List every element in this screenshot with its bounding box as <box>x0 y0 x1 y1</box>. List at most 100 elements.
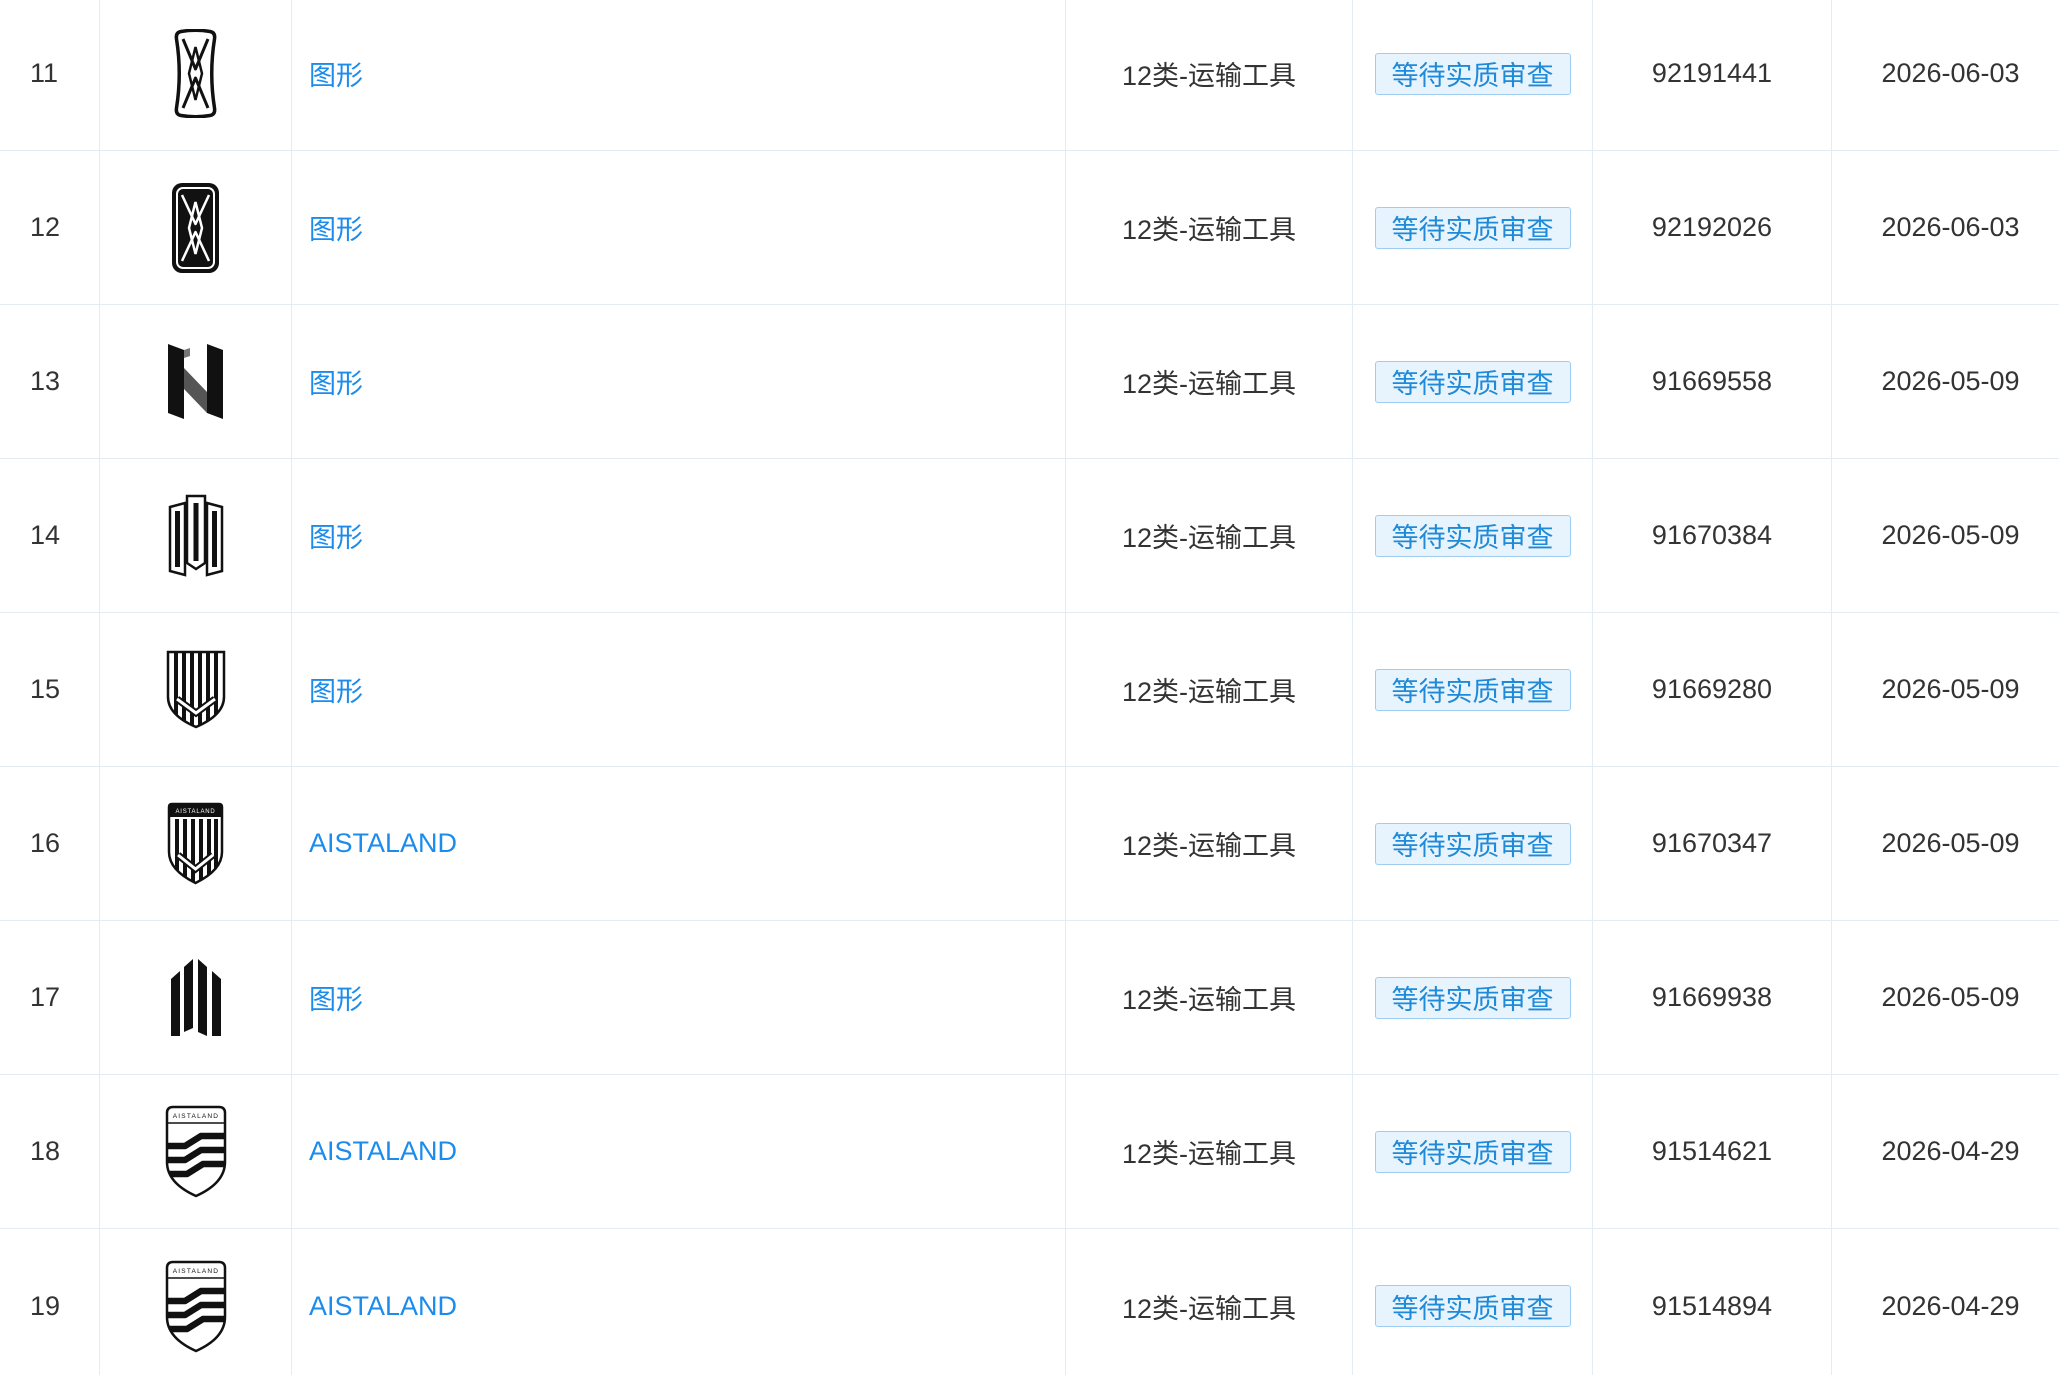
registration-number-cell: 91514894 <box>1593 1229 1832 1375</box>
status-badge: 等待实质审查 <box>1374 360 1571 403</box>
registration-number: 91669938 <box>1651 982 1773 1012</box>
trademark-thumbnail[interactable] <box>173 29 218 118</box>
registration-number: 92191441 <box>1651 58 1773 88</box>
row-index: 19 <box>30 1290 61 1321</box>
trademark-thumbnail-cell <box>100 305 292 458</box>
row-date-cell: 2026-05-09 <box>1832 613 2059 766</box>
trademark-thumbnail[interactable] <box>171 182 220 274</box>
registration-number: 91670384 <box>1651 520 1773 550</box>
trademark-name-cell: 图形 <box>292 613 1066 766</box>
row-date: 2026-05-09 <box>1881 366 2020 396</box>
staggered-bars-icon <box>170 959 221 1036</box>
trademark-thumbnail[interactable] <box>169 957 223 1038</box>
row-index: 15 <box>30 674 61 704</box>
status-badge: 等待实质审查 <box>1374 1285 1571 1327</box>
row-date: 2026-04-29 <box>1881 1136 2020 1166</box>
trademark-thumbnail[interactable] <box>165 649 227 730</box>
row-date: 2026-06-03 <box>1881 212 2020 242</box>
registration-number-cell: 91669558 <box>1593 305 1832 458</box>
trademark-name-cell: 图形 <box>292 305 1066 458</box>
trademark-name-link[interactable]: 图形 <box>309 670 363 709</box>
trademark-name-link[interactable]: AISTALAND <box>309 1136 457 1167</box>
trademark-category: 12类-运输工具 <box>1121 985 1297 1015</box>
logo-lettering: AISTALAND <box>175 809 215 815</box>
row-index-cell: 11 <box>0 0 100 150</box>
row-index: 12 <box>30 212 61 242</box>
table-row: 15 图形 12类-运输工具 等待实质审查 91669280 2026-05-0… <box>0 613 2059 767</box>
registration-number: 91514894 <box>1651 1290 1773 1321</box>
trademark-category: 12类-运输工具 <box>1121 1139 1297 1169</box>
trademark-category-cell: 12类-运输工具 <box>1066 459 1353 612</box>
trademark-name-link[interactable]: 图形 <box>309 208 363 247</box>
row-date: 2026-04-29 <box>1881 1290 2020 1321</box>
table-row: 12 图形 12类-运输工具 等待实质审查 92192026 2026-06-0… <box>0 151 2059 305</box>
row-index: 13 <box>30 366 61 396</box>
trademark-category-cell: 12类-运输工具 <box>1066 305 1353 458</box>
trademark-name-cell: AISTALAND <box>292 767 1066 920</box>
trademark-category: 12类-运输工具 <box>1121 677 1297 707</box>
trademark-name-link[interactable]: AISTALAND <box>309 1291 457 1322</box>
row-date-cell: 2026-05-09 <box>1832 459 2059 612</box>
trademark-category: 12类-运输工具 <box>1121 1293 1297 1324</box>
table-row: 17 图形 12类-运输工具 等待实质审查 91669938 2026-05-0… <box>0 921 2059 1075</box>
trademark-thumbnail[interactable]: AISTALAND <box>163 1259 229 1354</box>
status-cell: 等待实质审查 <box>1353 459 1593 612</box>
trademark-category-cell: 12类-运输工具 <box>1066 1075 1353 1228</box>
trademark-name-link[interactable]: 图形 <box>309 362 363 401</box>
trademark-category: 12类-运输工具 <box>1121 369 1297 399</box>
trademark-thumbnail-cell <box>100 459 292 612</box>
table-row: 18 AISTALAND AISTALAND 12类-运输工具 等待实质审查 9… <box>0 1075 2059 1229</box>
row-index-cell: 16 <box>0 767 100 920</box>
row-date: 2026-05-09 <box>1881 982 2020 1012</box>
status-cell: 等待实质审查 <box>1353 151 1593 304</box>
trademark-name-link[interactable]: 图形 <box>309 978 363 1017</box>
trademark-category-cell: 12类-运输工具 <box>1066 767 1353 920</box>
registration-number-cell: 91670347 <box>1593 767 1832 920</box>
hourglass-frame-outline-icon <box>174 29 217 118</box>
status-cell: 等待实质审查 <box>1353 613 1593 766</box>
striped-shield-banner-icon: AISTALAND <box>167 802 224 884</box>
status-badge: 等待实质审查 <box>1374 1130 1571 1173</box>
row-index: 14 <box>30 520 61 550</box>
trademark-category-cell: 12类-运输工具 <box>1066 613 1353 766</box>
trademark-category-cell: 12类-运输工具 <box>1066 921 1353 1074</box>
trademark-name-cell: 图形 <box>292 459 1066 612</box>
status-badge: 等待实质审查 <box>1374 976 1571 1019</box>
row-date: 2026-05-09 <box>1881 520 2020 550</box>
status-cell: 等待实质审查 <box>1353 1229 1593 1375</box>
wave-shield-icon: AISTALAND <box>165 1260 226 1352</box>
row-date-cell: 2026-05-09 <box>1832 767 2059 920</box>
status-cell: 等待实质审查 <box>1353 921 1593 1074</box>
trademark-name-cell: AISTALAND <box>292 1229 1066 1375</box>
trademark-name-link[interactable]: 图形 <box>309 54 363 93</box>
trademark-name-cell: AISTALAND <box>292 1075 1066 1228</box>
trademark-name-cell: 图形 <box>292 151 1066 304</box>
row-date-cell: 2026-04-29 <box>1832 1075 2059 1228</box>
trademark-thumbnail[interactable]: AISTALAND <box>163 1104 229 1199</box>
n-block-3d-icon <box>168 344 223 419</box>
row-date: 2026-05-09 <box>1881 828 2020 858</box>
status-badge: 等待实质审查 <box>1374 822 1571 865</box>
trademark-name-link[interactable]: AISTALAND <box>309 828 457 859</box>
trademark-category: 12类-运输工具 <box>1121 215 1297 245</box>
trademark-thumbnail[interactable]: AISTALAND <box>166 802 225 886</box>
registration-number: 91514621 <box>1651 1136 1773 1166</box>
logo-lettering: AISTALAND <box>172 1113 218 1120</box>
trademark-category-cell: 12类-运输工具 <box>1066 0 1353 150</box>
row-index: 18 <box>30 1136 61 1166</box>
trademark-name-link[interactable]: 图形 <box>309 516 363 555</box>
status-badge: 等待实质审查 <box>1374 514 1571 557</box>
row-index-cell: 17 <box>0 921 100 1074</box>
registration-number: 91669280 <box>1651 674 1773 704</box>
registration-number-cell: 92191441 <box>1593 0 1832 150</box>
trademark-thumbnail[interactable] <box>166 342 225 421</box>
status-cell: 等待实质审查 <box>1353 305 1593 458</box>
trademark-thumbnail-cell: AISTALAND <box>100 1229 292 1375</box>
registration-number-cell: 91514621 <box>1593 1075 1832 1228</box>
row-date-cell: 2026-04-29 <box>1832 1229 2059 1375</box>
trademark-thumbnail[interactable] <box>167 493 225 578</box>
status-badge: 等待实质审查 <box>1374 206 1571 249</box>
row-date-cell: 2026-05-09 <box>1832 305 2059 458</box>
trademark-thumbnail-cell <box>100 613 292 766</box>
status-badge: 等待实质审查 <box>1374 52 1571 95</box>
